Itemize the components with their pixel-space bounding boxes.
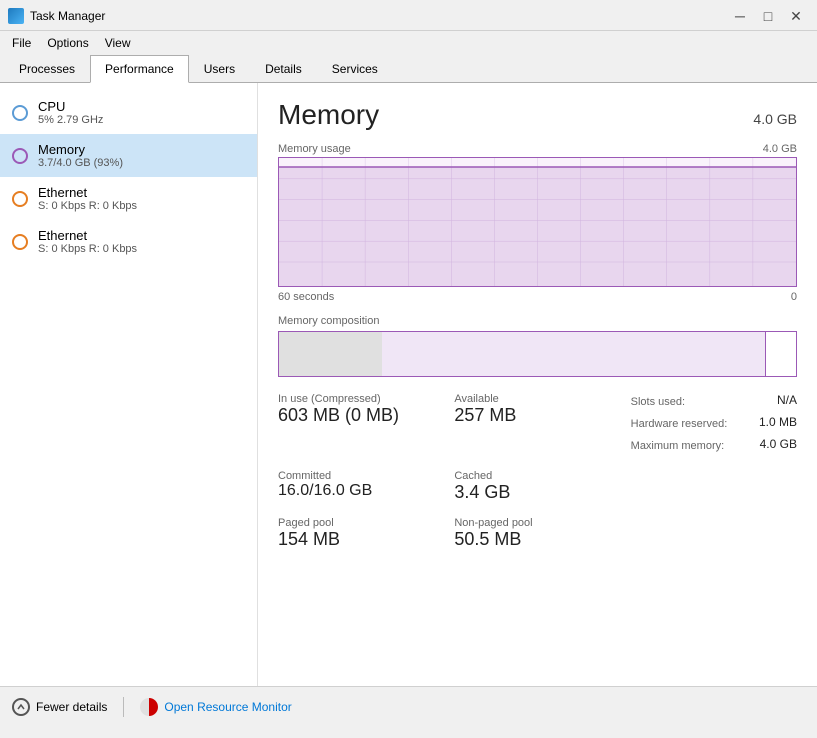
composition-bar — [278, 331, 797, 377]
window-title: Task Manager — [30, 9, 105, 23]
memory-title: Memory — [278, 99, 379, 131]
cached-label: Cached — [454, 470, 620, 482]
non-paged-pool-value: 50.5 MB — [454, 529, 620, 550]
non-paged-pool-label: Non-paged pool — [454, 517, 620, 529]
comp-standby — [382, 332, 765, 376]
memory-chart — [278, 157, 797, 287]
hw-reserved-value: 1.0 MB — [759, 415, 797, 435]
cached-value: 3.4 GB — [454, 482, 620, 503]
menu-view[interactable]: View — [97, 33, 139, 53]
available-label: Available — [454, 393, 620, 405]
memory-label: Memory — [38, 142, 123, 157]
stat-cached: Cached 3.4 GB — [454, 470, 620, 503]
chart-time-row: 60 seconds 0 — [278, 291, 797, 303]
sidebar-item-ethernet2[interactable]: Ethernet S: 0 Kbps R: 0 Kbps — [0, 220, 257, 263]
memory-total: 4.0 GB — [753, 111, 797, 127]
ethernet1-detail: S: 0 Kbps R: 0 Kbps — [38, 200, 137, 212]
menu-bar: File Options View — [0, 31, 817, 55]
ethernet2-icon — [12, 234, 28, 250]
tab-details[interactable]: Details — [250, 55, 317, 83]
chart-grid-svg — [279, 158, 796, 286]
minimize-button[interactable]: ─ — [727, 6, 753, 26]
sidebar-item-cpu[interactable]: CPU 5% 2.79 GHz — [0, 91, 257, 134]
committed-label: Committed — [278, 470, 444, 482]
open-resource-monitor-link[interactable]: Open Resource Monitor — [164, 700, 291, 714]
slots-used-value: N/A — [777, 393, 797, 413]
comp-in-use — [279, 332, 382, 376]
tab-bar: Processes Performance Users Details Serv… — [0, 55, 817, 83]
fewer-details-button[interactable]: Fewer details — [12, 698, 107, 716]
chart-label-row: Memory usage 4.0 GB — [278, 143, 797, 155]
paged-pool-value: 154 MB — [278, 529, 444, 550]
cpu-icon — [12, 105, 28, 121]
chart-time-end: 0 — [791, 291, 797, 303]
tab-services[interactable]: Services — [317, 55, 393, 83]
sidebar-item-memory[interactable]: Memory 3.7/4.0 GB (93%) — [0, 134, 257, 177]
stats-grid: In use (Compressed) 603 MB (0 MB) Availa… — [278, 393, 797, 550]
memory-icon — [12, 148, 28, 164]
fewer-details-icon — [12, 698, 30, 716]
memory-detail: 3.7/4.0 GB (93%) — [38, 157, 123, 169]
max-memory-label: Maximum memory: — [631, 437, 725, 457]
slots-used-label: Slots used: — [631, 393, 685, 413]
ethernet2-label: Ethernet — [38, 228, 137, 243]
comp-free — [765, 332, 796, 376]
in-use-value: 603 MB (0 MB) — [278, 405, 444, 426]
bottom-separator — [123, 697, 124, 717]
maximize-button[interactable]: □ — [755, 6, 781, 26]
tab-performance[interactable]: Performance — [90, 55, 189, 83]
resource-monitor-icon — [140, 698, 158, 716]
chart-y-label: Memory usage — [278, 143, 351, 155]
tab-users[interactable]: Users — [189, 55, 250, 83]
stat-available: Available 257 MB — [454, 393, 620, 456]
ethernet2-detail: S: 0 Kbps R: 0 Kbps — [38, 243, 137, 255]
sidebar-item-ethernet1[interactable]: Ethernet S: 0 Kbps R: 0 Kbps — [0, 177, 257, 220]
composition-label: Memory composition — [278, 315, 797, 327]
close-button[interactable]: ✕ — [783, 6, 809, 26]
chart-y-max: 4.0 GB — [763, 143, 797, 155]
main-content: CPU 5% 2.79 GHz Memory 3.7/4.0 GB (93%) … — [0, 83, 817, 686]
stat-committed: Committed 16.0/16.0 GB — [278, 470, 444, 503]
ethernet1-icon — [12, 191, 28, 207]
chart-time-start: 60 seconds — [278, 291, 334, 303]
fewer-details-label: Fewer details — [36, 700, 107, 714]
in-use-label: In use (Compressed) — [278, 393, 444, 405]
title-bar: Task Manager ─ □ ✕ — [0, 0, 817, 31]
right-panel: Memory 4.0 GB Memory usage 4.0 GB — [258, 83, 817, 686]
app-icon — [8, 8, 24, 24]
memory-header: Memory 4.0 GB — [278, 99, 797, 131]
cpu-detail: 5% 2.79 GHz — [38, 114, 103, 126]
committed-value: 16.0/16.0 GB — [278, 482, 444, 500]
menu-options[interactable]: Options — [39, 33, 96, 53]
paged-pool-label: Paged pool — [278, 517, 444, 529]
window-controls: ─ □ ✕ — [727, 6, 809, 26]
menu-file[interactable]: File — [4, 33, 39, 53]
hw-reserved-label: Hardware reserved: — [631, 415, 728, 435]
stat-right-column: Slots used: N/A Hardware reserved: 1.0 M… — [631, 393, 797, 456]
ethernet1-label: Ethernet — [38, 185, 137, 200]
available-value: 257 MB — [454, 405, 620, 426]
bottom-bar: Fewer details Open Resource Monitor — [0, 686, 817, 726]
stat-paged-pool: Paged pool 154 MB — [278, 517, 444, 550]
stat-in-use: In use (Compressed) 603 MB (0 MB) — [278, 393, 444, 456]
cpu-label: CPU — [38, 99, 103, 114]
tab-processes[interactable]: Processes — [4, 55, 90, 83]
sidebar: CPU 5% 2.79 GHz Memory 3.7/4.0 GB (93%) … — [0, 83, 258, 686]
max-memory-value: 4.0 GB — [760, 437, 797, 457]
stat-non-paged-pool: Non-paged pool 50.5 MB — [454, 517, 620, 550]
